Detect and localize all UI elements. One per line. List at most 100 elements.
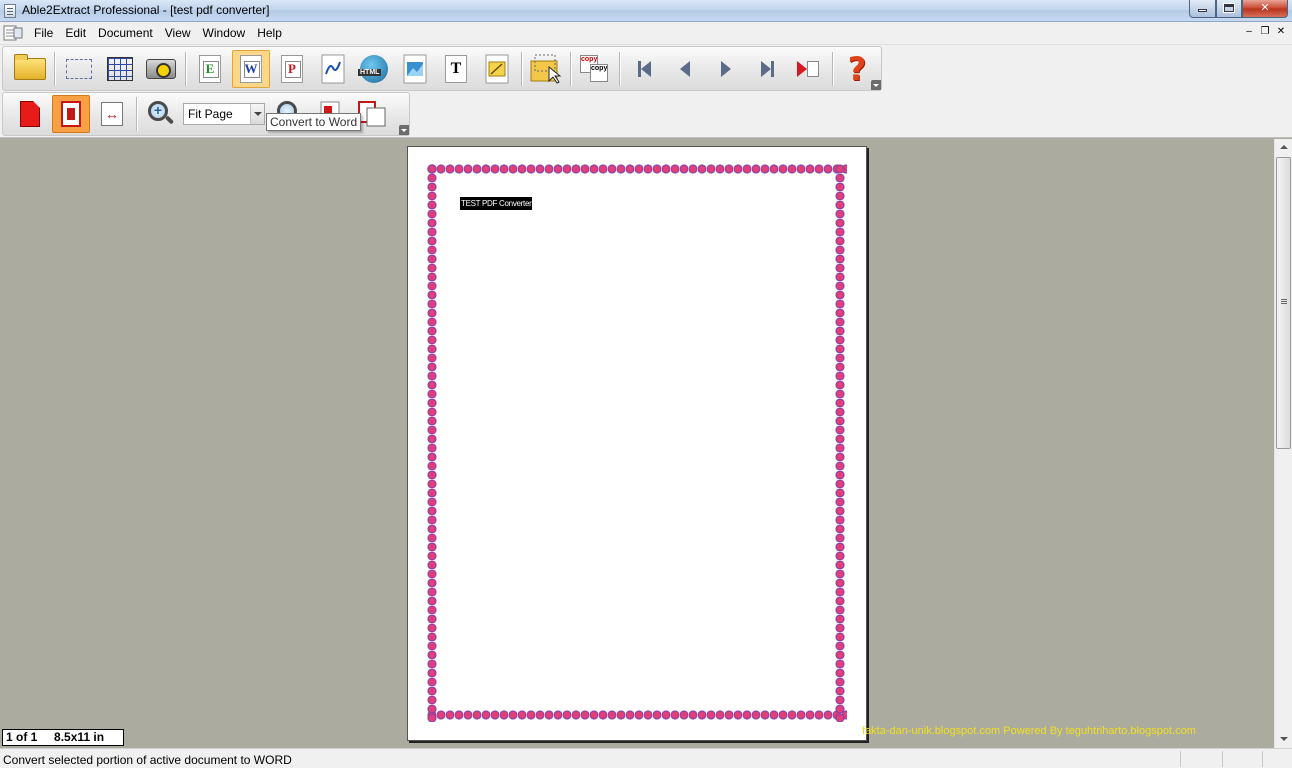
zoom-select[interactable]: Fit Page <box>183 103 265 125</box>
publisher-icon <box>321 54 345 83</box>
menu-view[interactable]: View <box>165 26 191 40</box>
html-globe-icon <box>358 54 388 83</box>
convert-to-word-tooltip: Convert to Word <box>266 113 362 131</box>
convert-powerpoint-button[interactable]: P <box>273 50 311 88</box>
menu-bar: File Edit Document View Window Help – ❐ … <box>0 22 1292 45</box>
open-button[interactable] <box>11 50 49 88</box>
menu-window[interactable]: Window <box>203 26 246 40</box>
scroll-down-arrow[interactable] <box>1275 731 1292 748</box>
menu-help[interactable]: Help <box>257 26 282 40</box>
page-size: 8.5x11 in <box>54 730 105 744</box>
go-to-page-icon <box>797 60 819 77</box>
toolbar-separator <box>521 51 522 86</box>
select-area-button[interactable] <box>60 50 98 88</box>
convert-autocad-button[interactable] <box>478 50 516 88</box>
menu-items: File Edit Document View Window Help <box>34 26 294 40</box>
menu-file[interactable]: File <box>34 26 53 40</box>
convert-image-button[interactable] <box>396 50 434 88</box>
page-info-box: 1 of 1 8.5x11 in <box>2 729 124 746</box>
status-bar: Convert selected portion of active docum… <box>0 748 1292 768</box>
vertical-scrollbar[interactable] <box>1274 139 1292 748</box>
minimize-button[interactable] <box>1189 0 1216 18</box>
first-page-icon <box>637 60 651 77</box>
convert-publisher-button[interactable] <box>314 50 352 88</box>
toolbar-separator <box>54 51 55 86</box>
toolbar-separator <box>185 51 186 86</box>
status-message: Convert selected portion of active docum… <box>3 753 292 767</box>
zoom-in-button[interactable]: + <box>142 95 180 133</box>
status-pane-divider <box>1180 751 1181 767</box>
next-page-icon <box>721 60 731 77</box>
copy-button[interactable]: copy copy <box>576 50 614 88</box>
scroll-thumb[interactable] <box>1276 157 1291 449</box>
pdf-view-button[interactable] <box>11 95 49 133</box>
toolbar-separator <box>619 51 620 86</box>
go-to-page-button[interactable] <box>789 50 827 88</box>
camera-icon <box>146 58 176 79</box>
help-icon: ? <box>847 49 867 88</box>
toolbar-options-grip[interactable] <box>871 80 881 90</box>
document-heading: TEST PDF Converter <box>460 197 533 210</box>
page-count: 1 of 1 <box>6 730 38 744</box>
menu-document[interactable]: Document <box>98 26 153 40</box>
open-folder-icon <box>14 53 46 80</box>
scroll-up-arrow[interactable] <box>1275 139 1292 156</box>
pdf-page[interactable]: TEST PDF Converter <box>407 146 867 741</box>
title-bar: Able2Extract Professional - [test pdf co… <box>0 0 1292 22</box>
toolbar-area: E W P T <box>0 45 1292 138</box>
chevron-down-icon[interactable] <box>250 104 264 124</box>
previous-page-icon <box>680 60 690 77</box>
autocad-icon <box>485 54 509 83</box>
menu-edit[interactable]: Edit <box>65 26 86 40</box>
app-icon[interactable] <box>4 4 16 18</box>
custom-convert-icon <box>530 54 562 84</box>
snapshot-button[interactable] <box>142 50 180 88</box>
document-workspace[interactable]: TEST PDF Converter 1 of 1 8.5x11 in fakt… <box>0 139 1274 748</box>
doc-restore-button[interactable]: ❐ <box>1260 26 1270 37</box>
powerpoint-icon: P <box>281 54 303 83</box>
copy-target-label: copy <box>590 63 608 82</box>
maximize-icon <box>1223 3 1235 13</box>
watermark-text: fakta-dan-unik.blogspot.com Powered By t… <box>862 725 1196 737</box>
window-title: Able2Extract Professional - [test pdf co… <box>22 3 270 17</box>
last-page-icon <box>760 60 774 77</box>
close-button[interactable]: ✕ <box>1242 0 1288 18</box>
select-area-icon <box>66 58 92 79</box>
border-top <box>427 164 847 176</box>
toolbar-separator <box>570 51 571 86</box>
convert-text-button[interactable]: T <box>437 50 475 88</box>
minimize-icon <box>1198 9 1207 12</box>
select-table-button[interactable] <box>101 50 139 88</box>
image-icon <box>403 54 427 83</box>
document-window-controls: – ❐ ✕ <box>1244 26 1286 37</box>
maximize-button[interactable] <box>1216 0 1242 18</box>
border-bottom <box>427 710 847 722</box>
word-icon: W <box>240 54 262 83</box>
doc-close-button[interactable]: ✕ <box>1276 26 1286 37</box>
fit-width-button[interactable] <box>93 95 131 133</box>
first-page-button[interactable] <box>625 50 663 88</box>
close-icon: ✕ <box>1260 2 1270 14</box>
fit-page-icon <box>61 101 81 127</box>
text-icon: T <box>445 54 467 83</box>
convert-word-button[interactable]: W <box>232 49 270 88</box>
doc-minimize-button[interactable]: – <box>1244 26 1254 37</box>
convert-html-button[interactable] <box>355 50 393 88</box>
border-right <box>835 164 847 722</box>
main-toolbar: E W P T <box>2 46 882 91</box>
fit-width-icon <box>101 102 123 126</box>
table-grid-icon <box>107 56 133 81</box>
zoom-in-icon: + <box>148 101 175 127</box>
excel-icon: E <box>199 54 221 83</box>
status-pane-divider <box>1262 751 1263 767</box>
next-page-button[interactable] <box>707 50 745 88</box>
document-menu-icon[interactable] <box>3 25 23 41</box>
previous-page-button[interactable] <box>666 50 704 88</box>
last-page-button[interactable] <box>748 50 786 88</box>
toolbar-options-grip[interactable] <box>399 125 409 135</box>
custom-convert-button[interactable] <box>527 50 565 88</box>
window-controls: ✕ <box>1189 0 1288 18</box>
convert-excel-button[interactable]: E <box>191 50 229 88</box>
red-page-icon <box>20 101 40 127</box>
fit-page-button[interactable] <box>52 95 90 133</box>
